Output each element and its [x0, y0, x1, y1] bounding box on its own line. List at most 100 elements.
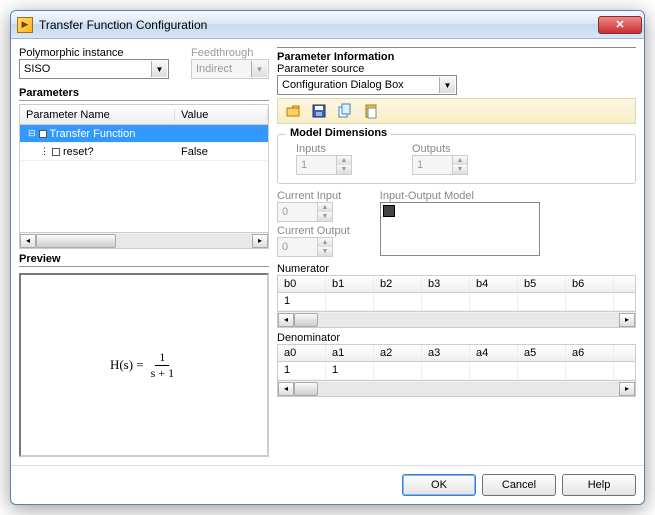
chevron-down-icon: ▼ [251, 61, 267, 77]
inputs-spinbox: 1 ▲▼ [296, 155, 352, 175]
coef-cell[interactable] [518, 293, 566, 310]
help-button[interactable]: Help [562, 474, 636, 496]
coef-col[interactable]: a0 [278, 345, 326, 361]
coef-cell[interactable] [374, 293, 422, 310]
numerator-label: Numerator [277, 263, 636, 275]
coef-cell[interactable] [422, 362, 470, 379]
parameter-source-label: Parameter source [277, 63, 636, 75]
save-icon[interactable] [310, 102, 328, 120]
coef-col[interactable]: b2 [374, 276, 422, 292]
chevron-down-icon: ▼ [151, 61, 167, 77]
open-icon[interactable] [284, 102, 302, 120]
table-row[interactable]: ⋮reset? False [20, 143, 268, 161]
denominator-row[interactable]: 1 1 [278, 362, 635, 380]
formula-lhs: H(s) = [110, 357, 144, 373]
scroll-left-button[interactable]: ◂ [278, 382, 294, 396]
numerator-table[interactable]: b0 b1 b2 b3 b4 b5 b6 1 [277, 275, 636, 328]
parameters-table: Parameter Name Value ⊟Transfer Function … [19, 104, 269, 249]
coef-cell[interactable] [518, 362, 566, 379]
outputs-label: Outputs [412, 143, 468, 155]
close-button[interactable]: ✕ [598, 16, 642, 34]
current-input-spinbox: 0 ▲▼ [277, 202, 333, 222]
coef-cell[interactable] [422, 293, 470, 310]
coef-col[interactable]: b4 [470, 276, 518, 292]
coef-col[interactable]: a3 [422, 345, 470, 361]
coef-cell[interactable] [566, 362, 614, 379]
coef-col[interactable]: a6 [566, 345, 614, 361]
io-model-label: Input-Output Model [380, 190, 540, 202]
scroll-thumb[interactable] [294, 313, 318, 327]
coef-cell[interactable] [470, 362, 518, 379]
horizontal-scrollbar[interactable]: ◂ ▸ [20, 232, 268, 248]
chevron-down-icon: ▼ [439, 77, 455, 93]
table-row[interactable]: ⊟Transfer Function [20, 125, 268, 143]
col-parameter-name[interactable]: Parameter Name [20, 109, 175, 121]
scroll-right-button[interactable]: ▸ [252, 234, 268, 248]
coef-cell[interactable]: 1 [278, 293, 326, 310]
coef-col[interactable]: b6 [566, 276, 614, 292]
feedthrough-label: Feedthrough [191, 47, 269, 59]
coef-col[interactable]: b0 [278, 276, 326, 292]
denominator-header: a0 a1 a2 a3 a4 a5 a6 [278, 345, 635, 362]
numerator-scrollbar[interactable]: ◂ ▸ [278, 311, 635, 327]
col-value[interactable]: Value [175, 109, 268, 121]
parameters-table-header: Parameter Name Value [20, 105, 268, 125]
scroll-thumb[interactable] [36, 234, 116, 248]
current-input-label: Current Input [277, 190, 350, 202]
coef-col[interactable]: a4 [470, 345, 518, 361]
current-output-label: Current Output [277, 225, 350, 237]
coef-cell[interactable] [566, 293, 614, 310]
window-title: Transfer Function Configuration [39, 18, 598, 32]
parameter-source-select[interactable]: Configuration Dialog Box ▼ [277, 75, 457, 95]
io-model-cell[interactable] [383, 205, 395, 217]
coef-col[interactable]: a2 [374, 345, 422, 361]
ok-button[interactable]: OK [402, 474, 476, 496]
parameters-header: Parameters [19, 87, 269, 101]
scroll-right-button[interactable]: ▸ [619, 313, 635, 327]
denominator-label: Denominator [277, 332, 636, 344]
coef-col[interactable]: b1 [326, 276, 374, 292]
tree-branch-icon: ⋮ [40, 146, 49, 157]
coef-col[interactable]: b5 [518, 276, 566, 292]
outputs-value: 1 [413, 159, 452, 171]
parameters-body[interactable]: ⊟Transfer Function ⋮reset? False [20, 125, 268, 232]
item-icon [52, 148, 60, 156]
coef-cell[interactable]: 1 [278, 362, 326, 379]
coef-cell[interactable] [374, 362, 422, 379]
coef-cell[interactable] [470, 293, 518, 310]
polymorphic-label: Polymorphic instance [19, 47, 179, 59]
coef-col[interactable]: b3 [422, 276, 470, 292]
coef-cell[interactable]: 1 [326, 362, 374, 379]
numerator-row[interactable]: 1 [278, 293, 635, 311]
denominator-table[interactable]: a0 a1 a2 a3 a4 a5 a6 1 1 [277, 344, 636, 397]
coef-col[interactable]: a5 [518, 345, 566, 361]
spin-down-icon: ▼ [453, 165, 467, 174]
model-dimensions-legend: Model Dimensions [286, 127, 391, 139]
collapse-icon[interactable]: ⊟ [28, 128, 36, 139]
denominator-scrollbar[interactable]: ◂ ▸ [278, 380, 635, 396]
numerator-header: b0 b1 b2 b3 b4 b5 b6 [278, 276, 635, 293]
item-icon [39, 130, 47, 138]
coef-col[interactable]: a1 [326, 345, 374, 361]
coef-cell[interactable] [326, 293, 374, 310]
io-model-grid[interactable] [380, 202, 540, 256]
scroll-thumb[interactable] [294, 382, 318, 396]
paste-icon[interactable] [362, 102, 380, 120]
content-area: Polymorphic instance SISO ▼ Feedthrough … [11, 39, 644, 465]
current-input-value: 0 [278, 206, 317, 218]
polymorphic-select[interactable]: SISO ▼ [19, 59, 169, 79]
current-output-value: 0 [278, 241, 317, 253]
spin-up-icon: ▲ [318, 203, 332, 212]
cancel-button[interactable]: Cancel [482, 474, 556, 496]
titlebar: ▶ Transfer Function Configuration ✕ [11, 11, 644, 39]
formula-denominator: s + 1 [147, 366, 178, 381]
scroll-left-button[interactable]: ◂ [20, 234, 36, 248]
toolbar [277, 98, 636, 124]
spin-down-icon: ▼ [318, 212, 332, 221]
preview-header: Preview [19, 253, 269, 267]
scroll-left-button[interactable]: ◂ [278, 313, 294, 327]
copy-icon[interactable] [336, 102, 354, 120]
polymorphic-value: SISO [24, 63, 50, 75]
left-column: Polymorphic instance SISO ▼ Feedthrough … [19, 47, 269, 457]
scroll-right-button[interactable]: ▸ [619, 382, 635, 396]
